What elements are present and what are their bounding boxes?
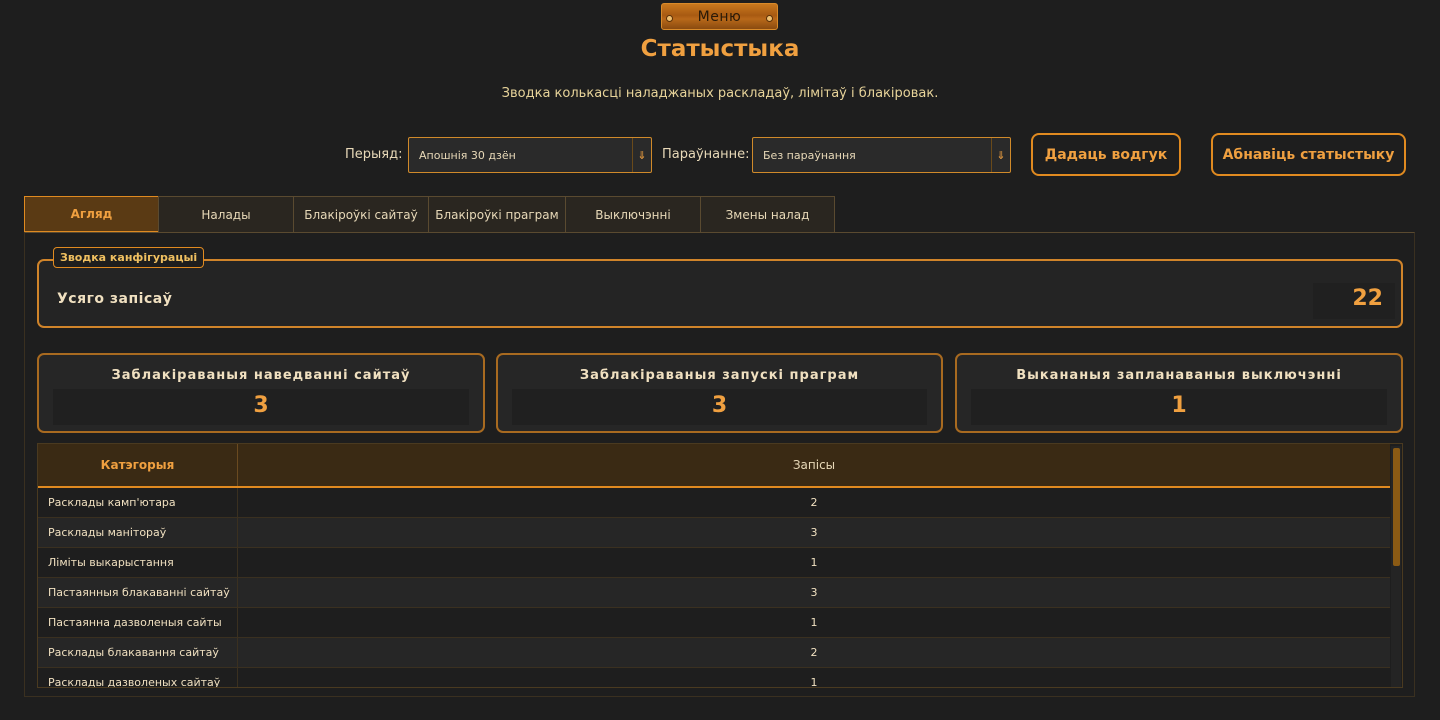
period-select[interactable]: Апошнія 30 дзён ⇓	[408, 137, 652, 173]
tab-site-blocks[interactable]: Блакіроўкі сайтаў	[293, 196, 429, 232]
stat-card-blocked-sites: Заблакіраваныя наведванні сайтаў 3	[37, 353, 485, 433]
menu-button[interactable]: Меню	[661, 3, 778, 30]
table-row[interactable]: Пастаянна дазволеныя сайты 1	[38, 608, 1390, 638]
rivet-icon	[666, 15, 673, 22]
category-table: Катэгорыя Запісы Расклады камп'ютара 2 Р…	[37, 443, 1403, 688]
tab-bar: Агляд Налады Блакіроўкі сайтаў Блакіроўк…	[24, 196, 835, 232]
period-label: Перыяд:	[345, 147, 403, 162]
rivet-icon	[766, 15, 773, 22]
table-row[interactable]: Ліміты выкарыстання 1	[38, 548, 1390, 578]
table-row[interactable]: Расклады камп'ютара 2	[38, 488, 1390, 518]
config-summary-legend: Зводка канфігурацыі	[53, 247, 205, 268]
table-header: Катэгорыя Запісы	[38, 444, 1390, 488]
table-cell-count: 3	[810, 586, 818, 599]
tab-settings-changes[interactable]: Змены налад	[700, 196, 835, 232]
tab-overview[interactable]: Агляд	[24, 196, 159, 232]
table-row[interactable]: Расклады блакавання сайтаў 2	[38, 638, 1390, 668]
total-records-label: Усяго запісаў	[57, 291, 173, 307]
table-cell-count: 1	[810, 676, 818, 688]
stat-card-title: Выкананыя запланаваныя выключэнні	[1016, 368, 1342, 383]
table-row[interactable]: Пастаянныя блакаванні сайтаў 3	[38, 578, 1390, 608]
table-row[interactable]: Расклады дазволеных сайтаў 1	[38, 668, 1390, 688]
stat-card-value: 3	[253, 393, 269, 418]
column-header-category[interactable]: Катэгорыя	[38, 444, 237, 486]
table-cell-category: Расклады дазволеных сайтаў	[48, 676, 221, 688]
compare-label: Параўнанне:	[662, 147, 750, 162]
table-cell-count: 1	[810, 556, 818, 569]
scrollbar-thumb[interactable]	[1393, 448, 1400, 566]
tab-app-blocks[interactable]: Блакіроўкі праграм	[428, 196, 566, 232]
config-summary-group	[37, 259, 1403, 328]
total-records-value: 22	[1352, 286, 1383, 311]
stat-card-title: Заблакіраваныя запускі праграм	[579, 368, 860, 383]
refresh-stats-button[interactable]: Абнавіць статыстыку	[1211, 133, 1406, 176]
table-cell-category: Ліміты выкарыстання	[48, 556, 174, 569]
compare-select-value: Без параўнання	[763, 148, 856, 162]
period-select-value: Апошнія 30 дзён	[419, 148, 516, 162]
stat-card-title: Заблакіраваныя наведванні сайтаў	[111, 368, 411, 383]
table-scrollbar[interactable]	[1391, 446, 1401, 687]
compare-select[interactable]: Без параўнання ⇓	[752, 137, 1011, 173]
stat-card-shutdowns: Выкананыя запланаваныя выключэнні 1	[955, 353, 1403, 433]
table-cell-count: 2	[810, 496, 818, 509]
stat-card-value: 3	[711, 393, 728, 418]
table-cell-count: 3	[810, 526, 818, 539]
table-row[interactable]: Расклады маніторaў 3	[38, 518, 1390, 548]
page-subtitle: Зводка колькасці наладжаных раскладаў, л…	[501, 86, 939, 101]
column-header-records[interactable]: Запісы	[238, 444, 1390, 486]
stat-card-value: 1	[1171, 393, 1187, 418]
tab-settings[interactable]: Налады	[158, 196, 294, 232]
table-cell-count: 2	[810, 646, 818, 659]
table-cell-category: Пастаянныя блакаванні сайтаў	[48, 586, 230, 599]
page-title: Статыстыка	[640, 36, 800, 62]
dropdown-arrow-icon[interactable]: ⇓	[991, 138, 1010, 172]
stat-card-blocked-apps: Заблакіраваныя запускі праграм 3	[496, 353, 943, 433]
table-cell-category: Расклады камп'ютара	[48, 496, 176, 509]
menu-button-label: Меню	[697, 8, 742, 25]
table-cell-category: Расклады маніторaў	[48, 526, 167, 539]
table-cell-category: Расклады блакавання сайтаў	[48, 646, 219, 659]
feedback-button[interactable]: Дадаць водгук	[1031, 133, 1181, 176]
tab-shutdowns[interactable]: Выключэнні	[565, 196, 701, 232]
dropdown-arrow-icon[interactable]: ⇓	[632, 138, 651, 172]
table-cell-count: 1	[810, 616, 818, 629]
table-cell-category: Пастаянна дазволеныя сайты	[48, 616, 222, 629]
